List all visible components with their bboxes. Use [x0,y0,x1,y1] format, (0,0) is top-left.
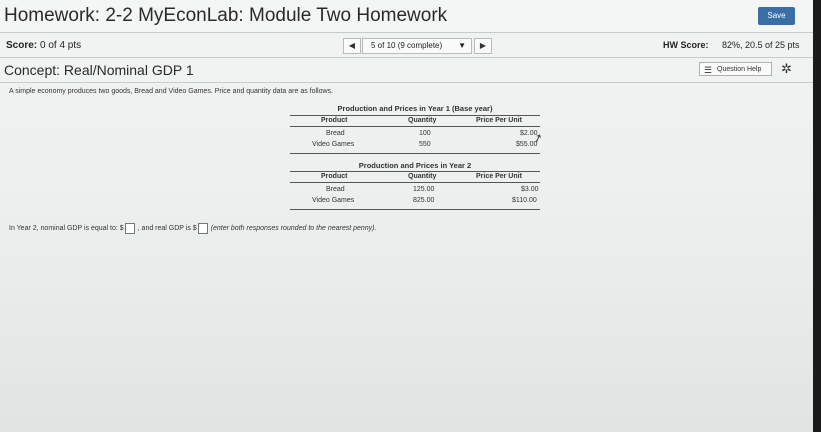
column-header: Quantity [408,173,437,180]
question-intro: A simple economy produces two goods, Bre… [9,88,333,95]
chevron-right-icon: ▶ [479,41,487,50]
column-header: Quantity [408,117,437,124]
header-bar: Homework: 2-2 MyEconLab: Module Two Home… [0,0,813,33]
table-cell: Video Games [312,197,355,204]
save-button[interactable]: Save [758,7,795,25]
column-header: Product [321,117,348,124]
concept-title: Concept: Real/Nominal GDP 1 [4,62,194,78]
concept-bar: Concept: Real/Nominal GDP 1 ☰ Question H… [0,58,813,83]
year2-table: Production and Prices in Year 2 Product … [290,160,540,212]
table-cell: 125.00 [413,186,435,193]
year1-table: Production and Prices in Year 1 (Base ye… [290,104,540,156]
screen-edge [813,0,821,432]
previous-question-button[interactable]: ◀ [343,38,361,54]
table-rule [290,126,540,127]
table-cell: $110.00 [512,197,537,204]
score-value: 0 of 4 pts [40,40,82,51]
next-question-button[interactable]: ▶ [474,38,492,54]
rounding-hint: (enter both responses rounded to the nea… [210,225,377,232]
question-position: 5 of 10 (9 complete) [371,41,443,50]
question-prompt: In Year 2, nominal GDP is equal to: $ , a… [9,223,376,234]
column-header: Price Per Unit [476,117,522,124]
table-cell: 100 [419,130,431,137]
column-header: Product [321,173,348,180]
table-rule [290,209,540,210]
score-label: Score: [6,40,38,51]
question-help-label: Question Help [717,66,762,73]
table-cell: Video Games [312,141,355,148]
hw-score-label: HW Score: [663,40,709,50]
nominal-gdp-input[interactable] [124,223,135,234]
real-gdp-input[interactable] [197,223,208,234]
hw-score-value: 82%, 20.5 of 25 pts [722,40,800,50]
table-cell: Bread [326,130,345,137]
table-cell: $3.00 [521,186,539,193]
table-rule [290,115,540,116]
chevron-left-icon: ◀ [348,41,356,50]
table-rule [290,171,540,172]
table-caption: Production and Prices in Year 1 (Base ye… [337,104,493,113]
chevron-down-icon: ▼ [458,41,466,50]
question-text: , and real GDP is $ [137,225,197,232]
table-rule [290,182,540,183]
homework-screen: Homework: 2-2 MyEconLab: Module Two Home… [0,0,813,432]
table-cell: 550 [419,141,431,148]
question-text: In Year 2, nominal GDP is equal to: $ [9,225,124,232]
table-cell: 825.00 [413,197,435,204]
column-header: Price Per Unit [476,173,522,180]
table-cell: Bread [326,186,345,193]
table-caption: Production and Prices in Year 2 [358,161,472,170]
homework-title: Homework: 2-2 MyEconLab: Module Two Home… [4,5,448,26]
score-bar: Score: 0 of 4 pts ◀ 5 of 10 (9 complete)… [0,33,813,58]
question-selector[interactable]: 5 of 10 (9 complete) ▼ [362,38,472,54]
list-icon: ☰ [704,65,713,75]
question-help-button[interactable]: ☰ Question Help [699,62,772,76]
gear-icon[interactable]: ✲ [781,61,792,77]
table-rule [290,153,540,154]
